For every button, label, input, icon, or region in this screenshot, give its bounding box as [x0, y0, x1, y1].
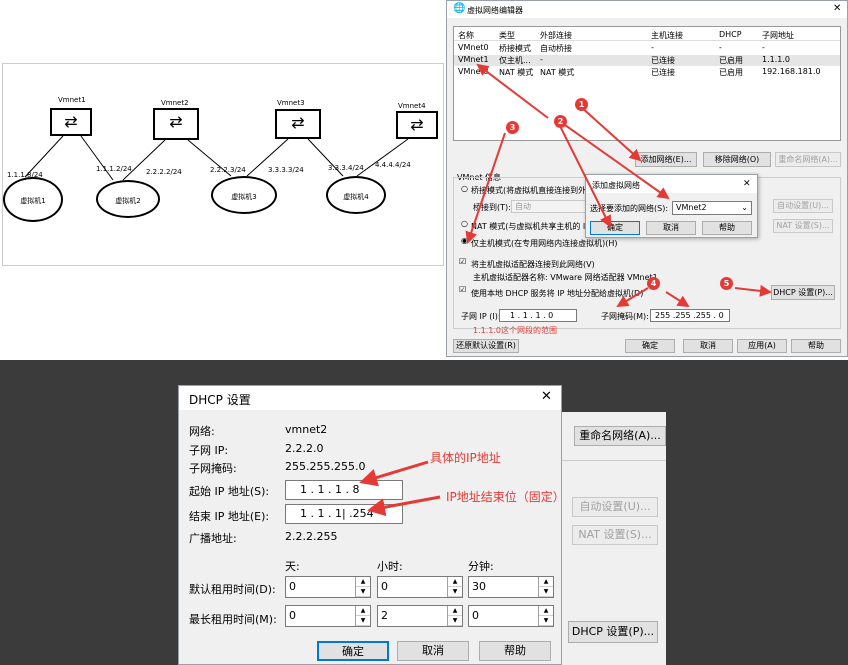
annotation-marker: 5 [720, 277, 733, 290]
annotation-marker: 2 [554, 115, 567, 128]
annotation-specific-ip: 具体的IP地址 [430, 451, 501, 465]
annotation-marker: 1 [575, 98, 588, 111]
dhcp-annotation-arrows [359, 460, 441, 517]
annotation-marker: 4 [647, 277, 660, 290]
annotation-arrows [465, 63, 772, 308]
annotation-marker: 3 [506, 121, 519, 134]
annotation-end-ip: IP地址结束位（固定） [446, 490, 565, 504]
